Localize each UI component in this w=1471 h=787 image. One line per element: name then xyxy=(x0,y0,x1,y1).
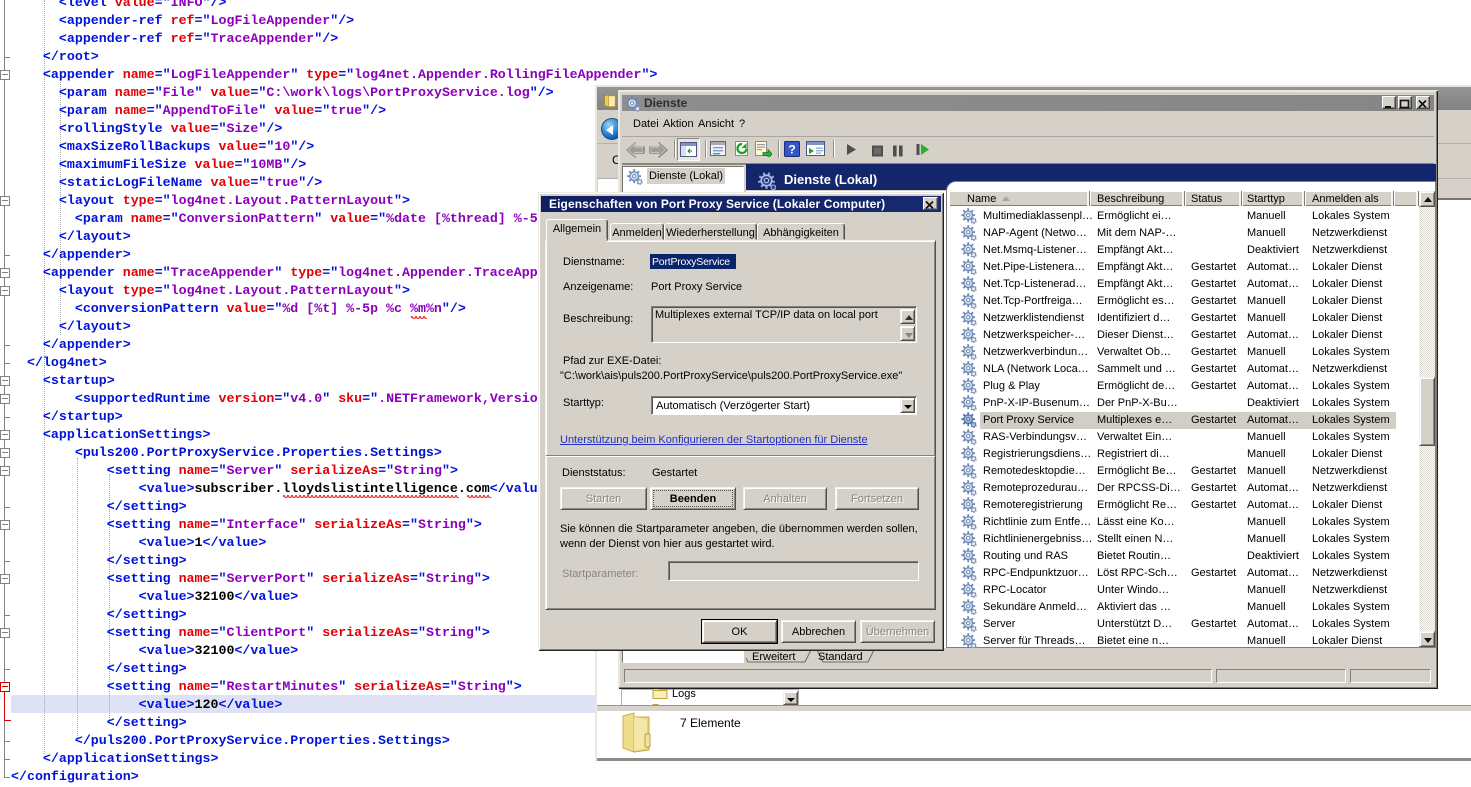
svg-text:?: ? xyxy=(788,143,795,157)
